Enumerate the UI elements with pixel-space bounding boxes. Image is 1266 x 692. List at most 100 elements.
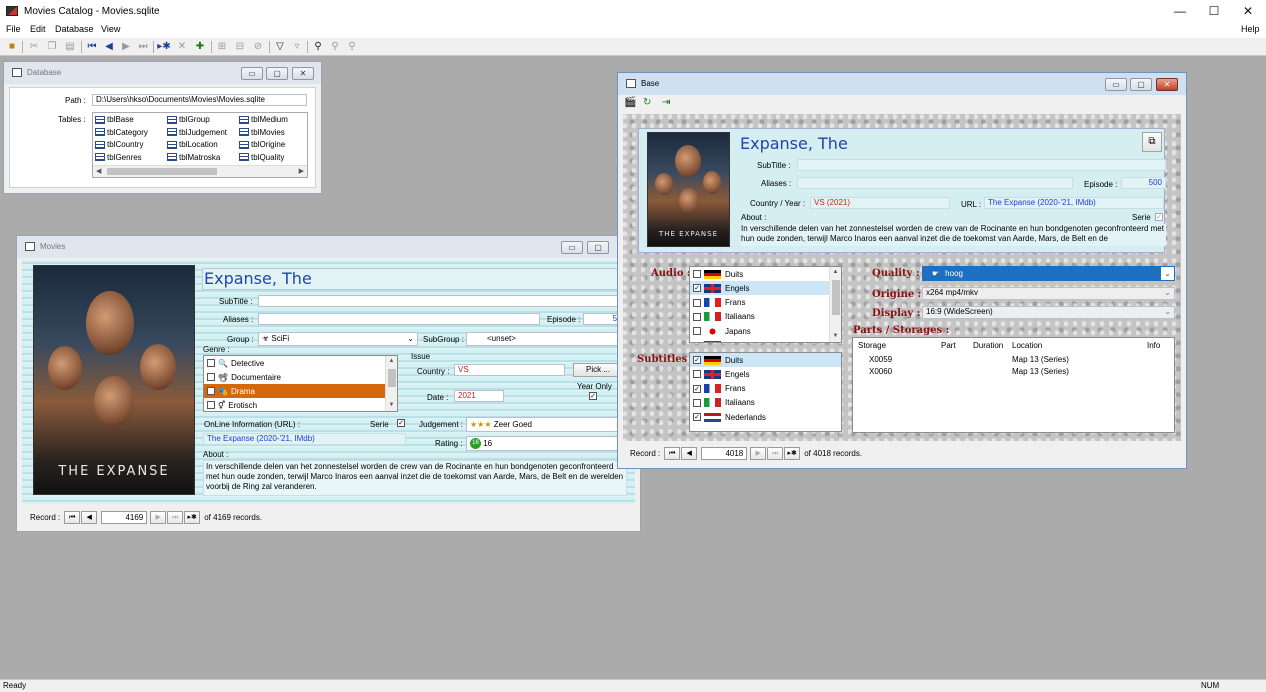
country-field[interactable]: VS xyxy=(454,364,565,376)
subtitles-list-item[interactable]: Italiaans xyxy=(690,396,841,410)
movies-serie-checkbox[interactable]: ✓ xyxy=(397,419,405,427)
base-title-field[interactable]: Expanse, The xyxy=(740,134,848,153)
movies-url-field[interactable]: The Expanse (2020-'21, IMdb) xyxy=(203,433,406,445)
audio-list-item[interactable]: Japans xyxy=(690,324,829,338)
add-record-icon[interactable]: ✚ xyxy=(193,40,207,54)
year-only-checkbox[interactable]: ✓ xyxy=(589,392,597,400)
audio-checkbox[interactable] xyxy=(693,341,701,342)
audio-checkbox[interactable] xyxy=(693,270,701,278)
maximize-window-button[interactable]: ☐ xyxy=(1197,0,1231,22)
subtitles-checkbox[interactable]: ✓ xyxy=(693,356,701,364)
movies-minimize-button[interactable]: ▭ xyxy=(561,241,583,254)
parts-table-row[interactable]: X0060 Map 13 (Series) xyxy=(853,367,1174,379)
copy-title-button[interactable]: ⧉ xyxy=(1142,132,1162,152)
genre-checkbox[interactable] xyxy=(207,373,215,381)
base-record-number-field[interactable]: 4018 xyxy=(701,446,748,460)
genre-checkbox[interactable] xyxy=(207,401,215,409)
parts-column-header[interactable]: Part xyxy=(941,341,956,350)
rating-select[interactable]: 16 16 xyxy=(466,436,630,451)
display-select[interactable]: 16:9 (WideScreen) ⌄ xyxy=(922,306,1175,319)
base-close-button[interactable]: ✕ xyxy=(1156,78,1178,91)
base-previous-record-button[interactable]: ◀ xyxy=(681,446,698,460)
export-icon[interactable]: ⇥ xyxy=(662,97,670,108)
copy-record-icon[interactable]: ⊞ xyxy=(215,40,229,54)
genre-list-item[interactable]: ⚥ Erotisch xyxy=(204,398,385,411)
group-select[interactable]: ☣ SciFi ⌄ xyxy=(258,332,418,346)
movies-record-number-field[interactable]: 4169 xyxy=(101,510,148,524)
subtitles-checkbox[interactable] xyxy=(693,370,701,379)
table-item[interactable]: tblGenres xyxy=(95,153,142,162)
scroll-left-icon[interactable]: ◀ xyxy=(96,167,101,175)
subtitles-list-item[interactable]: ✓ Duits xyxy=(690,353,841,367)
first-record-icon[interactable]: ⏮ xyxy=(85,40,99,54)
next-record-icon[interactable]: ▶ xyxy=(119,40,133,54)
movies-restore-button[interactable]: ▢ xyxy=(587,241,609,254)
table-item[interactable]: tblCountry xyxy=(95,140,143,149)
menu-view[interactable]: View xyxy=(101,24,120,34)
scroll-right-icon[interactable]: ▶ xyxy=(299,167,304,175)
find-previous-icon[interactable]: ⚲ xyxy=(345,40,359,54)
audio-list-item[interactable]: ✓ Engels xyxy=(690,281,829,296)
base-url-field[interactable]: The Expanse (2020-'21, IMdb) xyxy=(984,197,1164,209)
database-restore-button[interactable]: ▢ xyxy=(266,67,288,80)
new-record-icon[interactable]: ▸✱ xyxy=(157,40,171,54)
remove-filter-icon[interactable]: ▿ xyxy=(290,40,304,54)
date-field[interactable]: 2021 xyxy=(454,390,504,402)
database-window-titlebar[interactable]: Database ▭ ▢ ✕ xyxy=(4,62,321,84)
tables-hscrollbar[interactable]: ◀ ▶ xyxy=(93,165,307,177)
audio-scroll-down-icon[interactable]: ▼ xyxy=(830,331,841,342)
audio-checkbox[interactable] xyxy=(693,327,701,336)
scroll-down-icon[interactable]: ▼ xyxy=(386,400,397,411)
cut-icon[interactable]: ✂ xyxy=(27,40,41,54)
table-item[interactable]: tblGroup xyxy=(167,115,210,124)
subgroup-select[interactable]: <unset> xyxy=(466,332,630,346)
audio-checkbox[interactable]: ✓ xyxy=(693,284,701,293)
movies-new-record-button[interactable]: ▸✱ xyxy=(184,510,201,524)
last-record-icon[interactable]: ⏭ xyxy=(136,40,150,54)
filter-icon[interactable]: ▽ xyxy=(273,40,287,54)
table-item[interactable]: tblBase xyxy=(95,115,134,124)
movies-last-record-button[interactable]: ⏭ xyxy=(167,510,184,524)
table-item[interactable]: tblMovies xyxy=(239,128,285,137)
parts-column-header[interactable]: Location xyxy=(1012,341,1042,350)
menu-help[interactable]: Help xyxy=(1241,24,1260,34)
country-year-field[interactable]: VS (2021) xyxy=(810,197,950,209)
previous-record-icon[interactable]: ◀ xyxy=(102,40,116,54)
movies-aliases-field[interactable] xyxy=(258,313,540,325)
delete-record-icon[interactable]: ✕ xyxy=(175,40,189,54)
base-restore-button[interactable]: ▢ xyxy=(1130,78,1152,91)
cancel-icon[interactable]: ⊘ xyxy=(251,40,265,54)
base-last-record-button[interactable]: ⏭ xyxy=(767,446,784,460)
subtitles-checkbox[interactable]: ✓ xyxy=(693,384,701,393)
audio-list-item[interactable]: Nederlands xyxy=(690,339,829,342)
table-item[interactable]: tblJudgement xyxy=(167,128,227,137)
audio-list-item[interactable]: Frans xyxy=(690,296,829,310)
menu-file[interactable]: File xyxy=(6,24,21,34)
movies-window-titlebar[interactable]: Movies ▭ ▢ xyxy=(17,236,640,258)
menu-database[interactable]: Database xyxy=(55,24,94,34)
movies-previous-record-button[interactable]: ◀ xyxy=(81,510,98,524)
subtitles-list-item[interactable]: ✓ Frans xyxy=(690,382,841,396)
refresh-icon[interactable]: ↻ xyxy=(643,97,651,108)
genre-checkbox[interactable] xyxy=(207,359,215,367)
movies-next-record-button[interactable]: ▶ xyxy=(150,510,167,524)
movies-first-record-button[interactable]: ⏮ xyxy=(64,510,81,524)
audio-list-item[interactable]: Duits xyxy=(690,267,829,281)
parts-column-header[interactable]: Storage xyxy=(858,341,886,350)
audio-list[interactable]: ▲ ▼ Duits ✓ Engels Frans Italiaans Japans Neder… xyxy=(689,266,842,343)
menu-edit[interactable]: Edit xyxy=(30,24,46,34)
table-item[interactable]: tblQuality xyxy=(239,153,284,162)
paste-record-icon[interactable]: ⊟ xyxy=(233,40,247,54)
genre-list-item[interactable]: ✓ 🎭 Drama xyxy=(204,384,385,398)
pick-button[interactable]: Pick ... xyxy=(573,363,623,377)
parts-storages-table[interactable]: Storage Part Duration Location Info X0059 Map… xyxy=(852,337,1175,433)
table-item[interactable]: tblCategory xyxy=(95,128,148,137)
minimize-window-button[interactable]: — xyxy=(1163,0,1197,22)
path-field[interactable]: D:\Users\hkso\Documents\Movies\Movies.sq… xyxy=(92,94,307,106)
scroll-up-icon[interactable]: ▲ xyxy=(386,356,397,367)
audio-checkbox[interactable] xyxy=(693,312,701,321)
table-item[interactable]: tblOrigine xyxy=(239,140,285,149)
base-new-record-button[interactable]: ▸✱ xyxy=(784,446,801,460)
parts-column-header[interactable]: Duration xyxy=(973,341,1003,350)
parts-column-header[interactable]: Info xyxy=(1147,341,1160,350)
